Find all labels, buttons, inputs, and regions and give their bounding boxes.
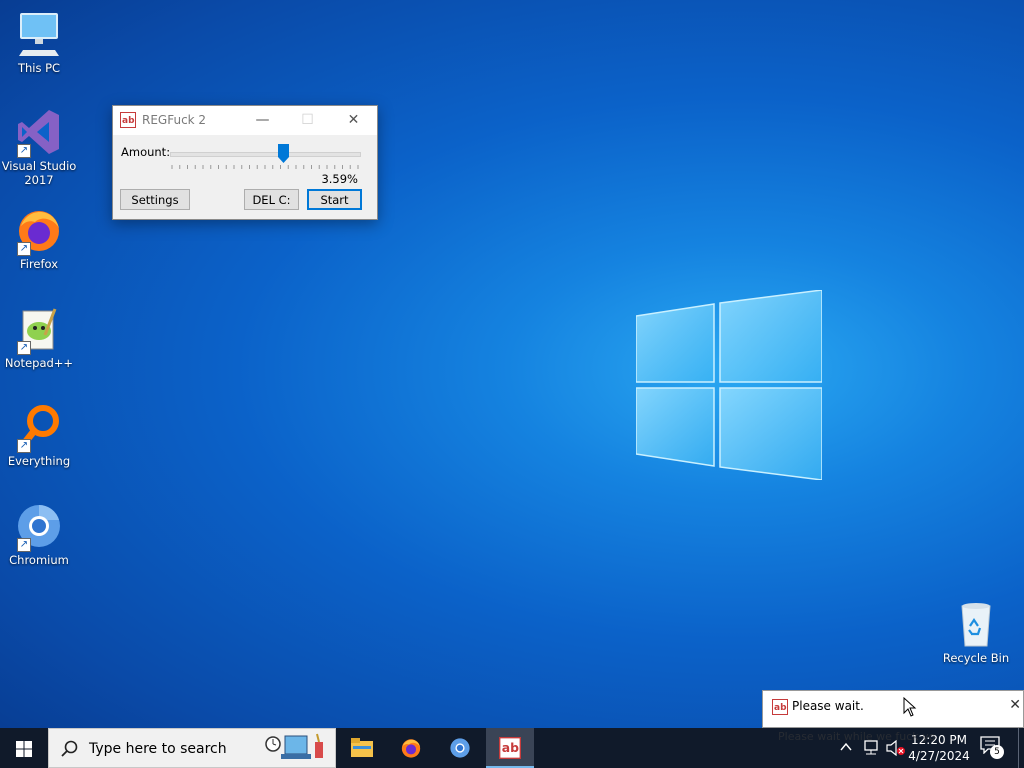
firefox-icon: ↗ bbox=[15, 206, 63, 256]
svg-text:ab: ab bbox=[502, 741, 519, 755]
window-title: REGFuck 2 bbox=[142, 113, 207, 127]
visual-studio-icon: ↗ bbox=[15, 108, 63, 158]
show-hidden-icons-chevron-icon[interactable] bbox=[840, 742, 852, 752]
firefox-icon bbox=[401, 739, 421, 758]
shortcut-arrow-icon: ↗ bbox=[17, 242, 31, 256]
svg-text:ab: ab bbox=[122, 116, 135, 126]
desktop-icon-this-pc[interactable]: This PC bbox=[0, 10, 78, 75]
mouse-cursor-icon bbox=[903, 697, 917, 717]
clock-date: 4/27/2024 bbox=[908, 749, 970, 763]
app-logo-icon: ab bbox=[772, 699, 788, 715]
desktop-icon-label: Firefox bbox=[19, 257, 59, 271]
desktop-icon-label: This PC bbox=[17, 61, 61, 75]
file-explorer-icon bbox=[351, 738, 373, 757]
desktop-icon-label: Notepad++ bbox=[4, 356, 74, 370]
chromium-icon: ↗ bbox=[15, 502, 63, 552]
desktop-icon-notepadpp[interactable]: ↗ Notepad++ bbox=[0, 305, 78, 370]
percent-readout: 3.59% bbox=[321, 172, 358, 186]
regfuck-icon: ab bbox=[499, 737, 521, 759]
del-c-button[interactable]: DEL C: bbox=[244, 189, 299, 210]
svg-text:ab: ab bbox=[774, 703, 787, 713]
shortcut-arrow-icon: ↗ bbox=[17, 144, 31, 158]
maximize-button[interactable]: ☐ bbox=[285, 106, 330, 135]
chromium-icon bbox=[450, 738, 470, 758]
notification-body-text: Please wait while we fuck yo bbox=[778, 730, 936, 743]
amount-slider-thumb[interactable] bbox=[277, 144, 289, 163]
notification-count-badge: 5 bbox=[990, 745, 1004, 759]
desktop-icon-visual-studio[interactable]: ↗ Visual Studio 2017 bbox=[0, 108, 78, 187]
settings-button[interactable]: Settings bbox=[120, 189, 190, 210]
desktop-icon-label: Everything bbox=[7, 454, 71, 468]
regfuck-window: ab REGFuck 2 — ☐ ✕ Amount: 3.59% Setting… bbox=[112, 105, 378, 220]
desktop-icon-chromium[interactable]: ↗ Chromium bbox=[0, 502, 78, 567]
notification-close-button[interactable]: ✕ bbox=[1009, 697, 1021, 713]
windows-start-icon bbox=[16, 741, 32, 757]
desktop-icon-label: Chromium bbox=[9, 553, 69, 567]
slider-ticks bbox=[171, 165, 359, 169]
desktop-icon-everything[interactable]: ↗ Everything bbox=[0, 403, 78, 468]
notepad-plus-plus-icon: ↗ bbox=[15, 305, 63, 355]
desktop-icon-label: Recycle Bin bbox=[942, 651, 1010, 665]
search-icon bbox=[61, 740, 78, 757]
taskbar-firefox[interactable] bbox=[386, 728, 434, 768]
taskbar-chromium[interactable] bbox=[436, 728, 484, 768]
start-button[interactable]: Start bbox=[307, 189, 362, 210]
amount-label: Amount: bbox=[121, 145, 171, 159]
show-desktop-button[interactable] bbox=[1018, 728, 1024, 768]
shortcut-arrow-icon: ↗ bbox=[17, 439, 31, 453]
everything-search-icon: ↗ bbox=[15, 403, 63, 453]
desktop-icon-firefox[interactable]: ↗ Firefox bbox=[0, 206, 78, 271]
window-titlebar[interactable]: ab REGFuck 2 — ☐ ✕ bbox=[113, 106, 377, 135]
app-logo-icon: ab bbox=[120, 112, 136, 128]
shortcut-arrow-icon: ↗ bbox=[17, 538, 31, 552]
desktop-icon-label: Visual Studio 2017 bbox=[1, 159, 77, 187]
amount-slider-track[interactable] bbox=[170, 152, 361, 157]
search-box[interactable]: Type here to search bbox=[48, 728, 336, 768]
notification-toast[interactable]: ab Please wait. ✕ bbox=[762, 690, 1024, 728]
shortcut-arrow-icon: ↗ bbox=[17, 341, 31, 355]
computer-icon bbox=[15, 10, 63, 58]
search-highlight-illustration-icon bbox=[265, 733, 323, 759]
close-button[interactable]: ✕ bbox=[331, 106, 376, 135]
recycle-bin-icon bbox=[952, 600, 1000, 648]
taskbar-file-explorer[interactable] bbox=[338, 728, 386, 768]
notification-title: Please wait. bbox=[792, 699, 864, 713]
action-center-button[interactable]: 5 bbox=[980, 736, 1006, 760]
desktop-icon-recycle-bin[interactable]: Recycle Bin bbox=[940, 600, 1012, 665]
start-button[interactable] bbox=[0, 728, 48, 768]
search-placeholder: Type here to search bbox=[89, 741, 227, 757]
windows-wallpaper-logo bbox=[636, 290, 822, 480]
taskbar-regfuck[interactable]: ab bbox=[486, 728, 534, 768]
minimize-button[interactable]: — bbox=[240, 106, 285, 135]
